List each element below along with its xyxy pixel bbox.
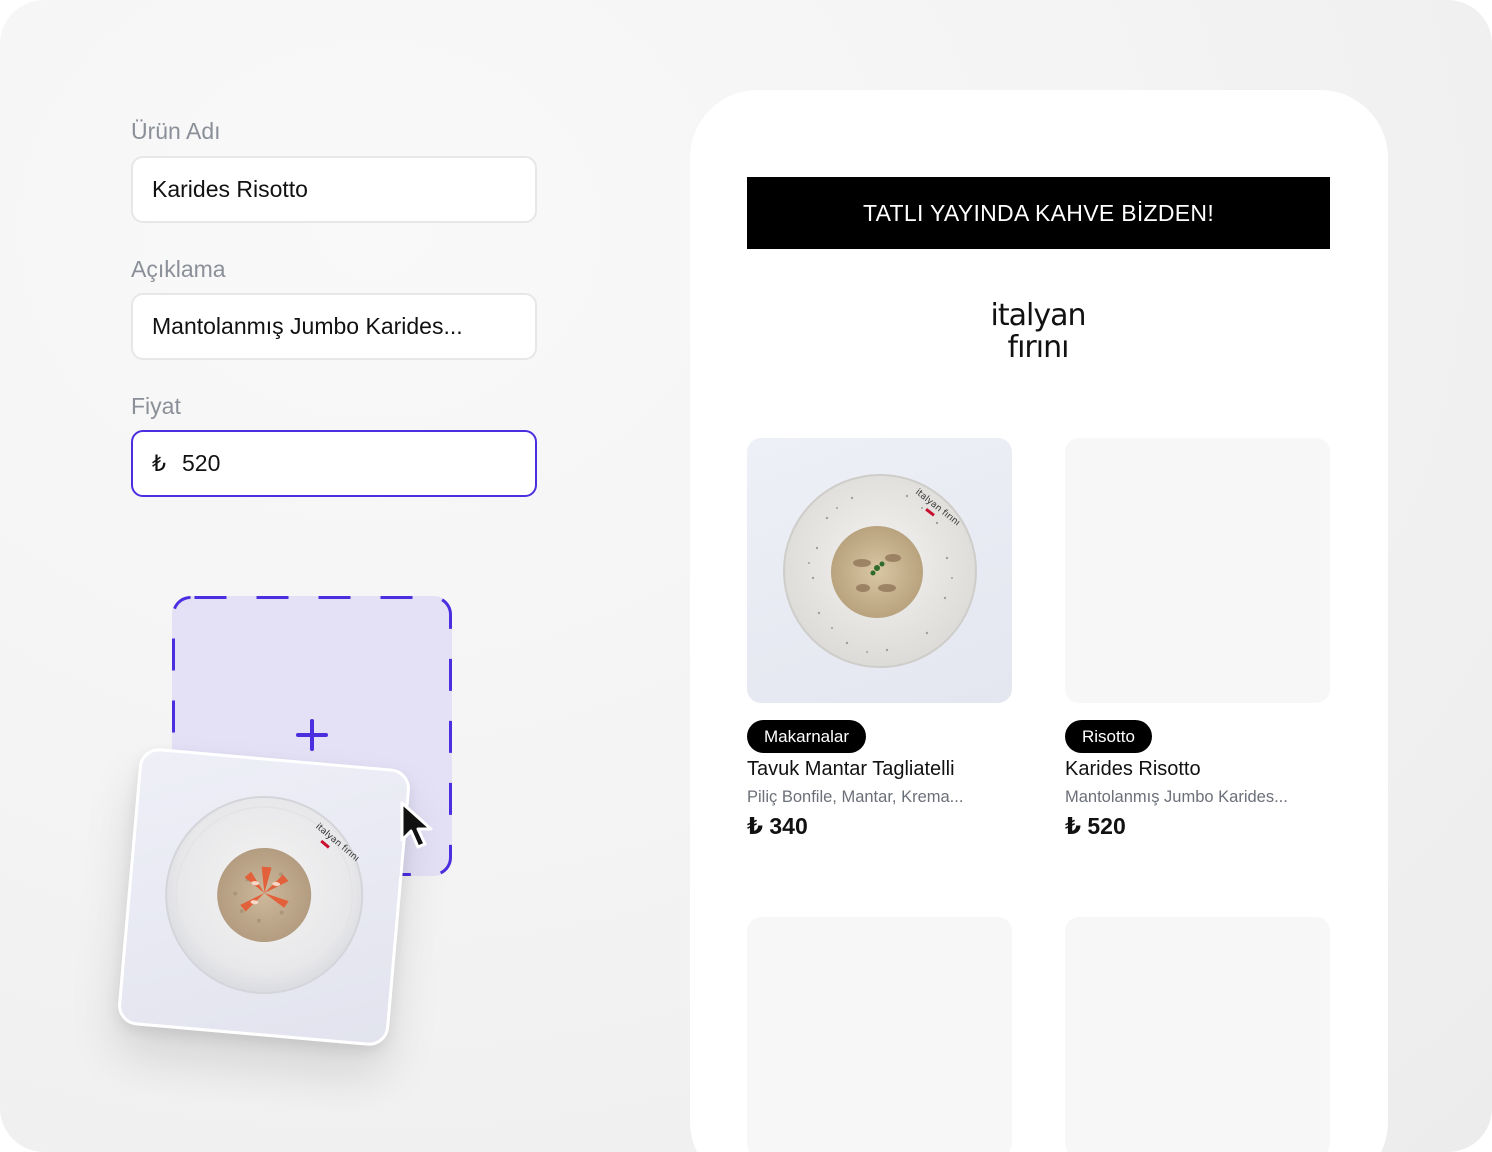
canvas: Ürün Adı Karides Risotto Açıklama Mantol… bbox=[0, 0, 1492, 1152]
price-value: 520 bbox=[182, 450, 221, 476]
image-placeholder bbox=[1065, 917, 1330, 1152]
image-placeholder bbox=[747, 917, 1012, 1152]
risotto-dish-image: italyan fırını bbox=[165, 796, 364, 995]
price-label: Fiyat bbox=[131, 393, 181, 419]
lira-icon: ₺ bbox=[152, 450, 166, 476]
description-value: Mantolanmış Jumbo Karides... bbox=[152, 313, 463, 339]
logo-line-1: italyan bbox=[990, 298, 1087, 333]
menu-item-title[interactable]: Karides Risotto bbox=[1065, 758, 1201, 781]
dragged-image-card[interactable]: italyan fırını bbox=[116, 746, 412, 1048]
image-placeholder[interactable] bbox=[1065, 438, 1330, 703]
arrow-cursor-icon bbox=[400, 801, 433, 849]
logo-line-2: fırını bbox=[1007, 330, 1070, 365]
product-name-value: Karides Risotto bbox=[152, 176, 308, 202]
product-name-label: Ürün Adı bbox=[131, 118, 221, 144]
menu-item-price: ₺ 520 bbox=[1065, 813, 1126, 839]
description-input[interactable]: Mantolanmış Jumbo Karides... bbox=[131, 293, 537, 360]
menu-item-image[interactable]: italyan fırını bbox=[747, 438, 1012, 703]
promo-banner[interactable]: TATLI YAYINDA KAHVE BİZDEN! bbox=[747, 177, 1330, 249]
product-name-input[interactable]: Karides Risotto bbox=[131, 156, 537, 223]
menu-item-title[interactable]: Tavuk Mantar Tagliatelli bbox=[747, 758, 955, 781]
restaurant-logo: italyan fırını bbox=[938, 300, 1138, 364]
menu-item-price: ₺ 340 bbox=[747, 813, 808, 839]
category-badge[interactable]: Makarnalar bbox=[747, 720, 867, 753]
menu-item-description: Piliç Bonfile, Mantar, Krema... bbox=[747, 788, 964, 806]
pasta-dish-image: italyan fırını bbox=[783, 474, 977, 668]
description-label: Açıklama bbox=[131, 256, 226, 282]
menu-item-description: Mantolanmış Jumbo Karides... bbox=[1065, 788, 1288, 806]
promo-banner-text: TATLI YAYINDA KAHVE BİZDEN! bbox=[862, 199, 1215, 226]
price-input[interactable]: ₺ 520 bbox=[131, 430, 537, 497]
plus-icon[interactable] bbox=[296, 719, 328, 751]
category-badge[interactable]: Risotto bbox=[1065, 720, 1152, 753]
